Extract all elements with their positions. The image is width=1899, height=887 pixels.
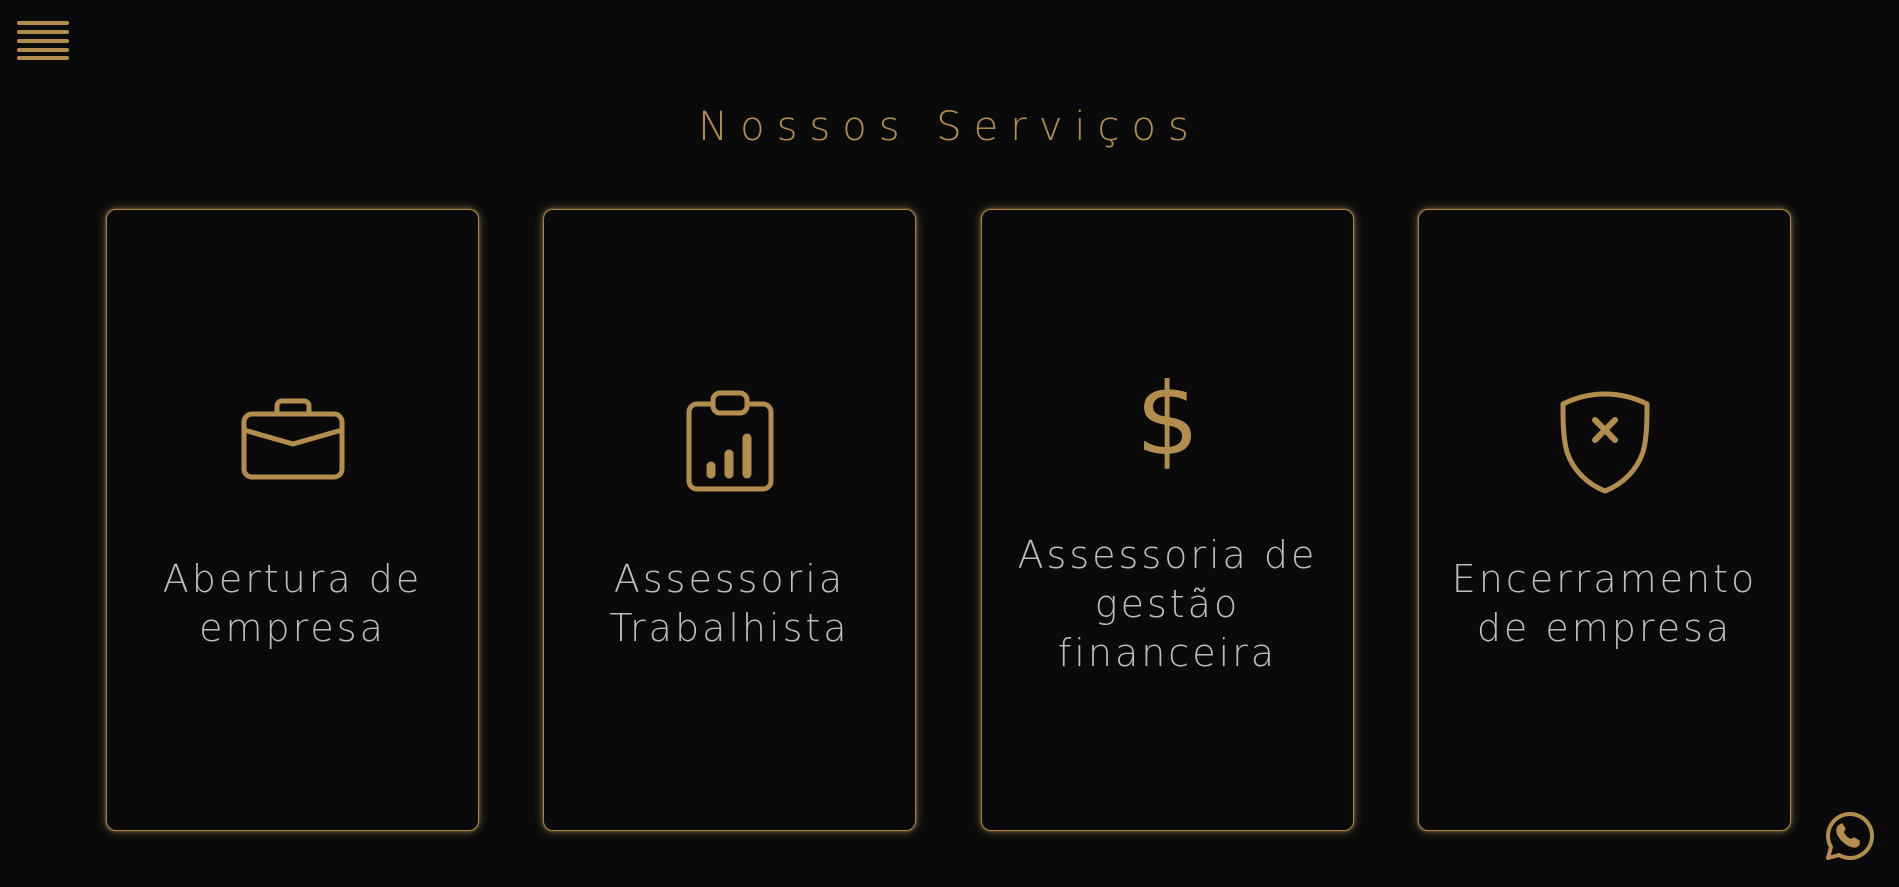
service-card-trabalhista[interactable]: Assessoria Trabalhista	[543, 209, 916, 831]
menu-button[interactable]	[16, 20, 70, 60]
services-cards: Abertura de empresa Assessoria Trabalhis…	[106, 209, 1793, 833]
service-card-abertura[interactable]: Abertura de empresa	[106, 209, 479, 831]
service-card-label: Encerramento de empresa	[1451, 557, 1758, 650]
section-title: Nossos Serviços	[698, 104, 1201, 150]
shield-x-icon	[1559, 390, 1651, 494]
dollar-icon: $	[1135, 361, 1200, 478]
hamburger-menu-icon[interactable]	[16, 20, 70, 60]
service-card-label: Abertura de empresa	[162, 557, 423, 650]
clipboard-chart-icon	[685, 390, 775, 492]
whatsapp-icon[interactable]	[1822, 810, 1874, 862]
whatsapp-button[interactable]	[1822, 810, 1874, 862]
briefcase-icon	[241, 396, 345, 480]
page: Nossos Serviços Abertura de empresa Asse…	[0, 0, 1899, 887]
service-card-encerramento[interactable]: Encerramento de empresa	[1418, 209, 1791, 831]
service-card-financeira[interactable]: $ Assessoria de gestão financeira	[981, 209, 1354, 831]
service-card-label: Assessoria Trabalhista	[609, 557, 850, 650]
service-card-label: Assessoria de gestão financeira	[1017, 533, 1318, 675]
